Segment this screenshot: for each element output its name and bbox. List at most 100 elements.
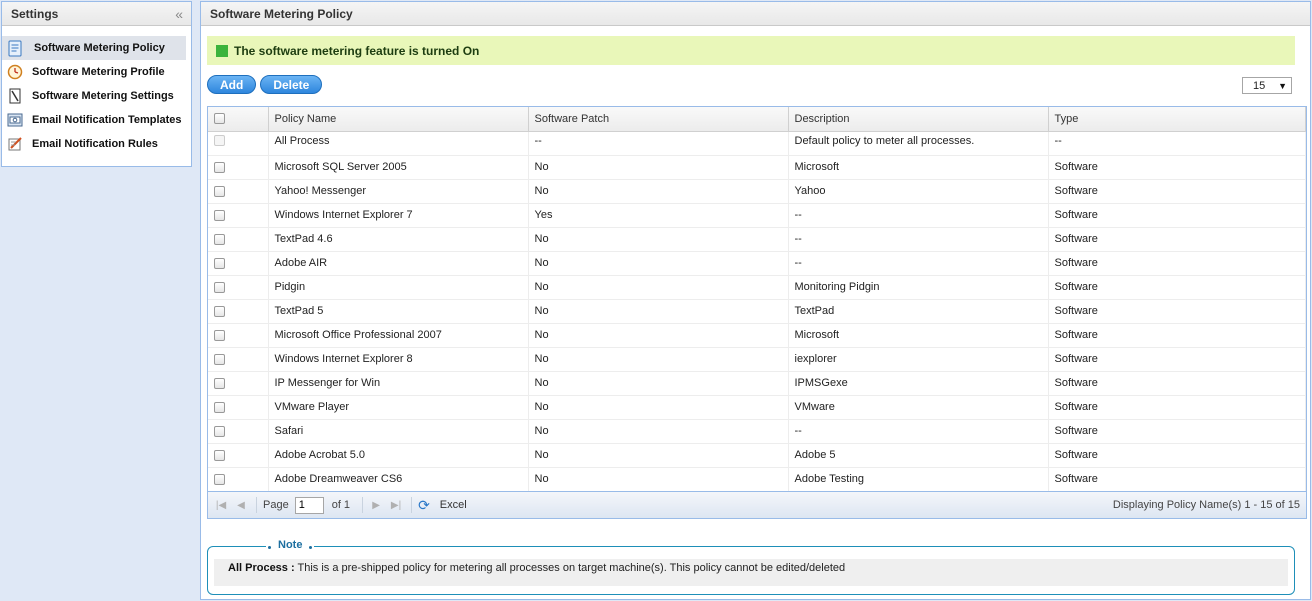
policy-name-cell: Microsoft SQL Server 2005 xyxy=(268,155,529,180)
description-cell: Yahoo xyxy=(788,179,1049,204)
policy-name-cell: IP Messenger for Win xyxy=(268,371,529,396)
software-patch-cell: No xyxy=(528,275,789,300)
software-patch-cell: No xyxy=(528,419,789,444)
row-checkbox[interactable] xyxy=(214,353,225,365)
type-cell: Software xyxy=(1048,203,1306,228)
description-cell: iexplorer xyxy=(788,347,1049,372)
sidebar-item-software-metering-settings[interactable]: Software Metering Settings xyxy=(2,84,191,108)
software-patch-cell: No xyxy=(528,323,789,348)
row-checkbox[interactable] xyxy=(214,185,225,197)
row-select-cell xyxy=(208,251,269,276)
status-indicator-icon xyxy=(216,44,228,57)
row-checkbox[interactable] xyxy=(214,449,225,461)
policy-name-cell: All Process xyxy=(268,131,529,156)
policy-name-cell: Microsoft Office Professional 2007 xyxy=(268,323,529,348)
table-row[interactable]: Windows Internet Explorer 7 Yes -- Software xyxy=(208,203,1306,228)
row-checkbox[interactable] xyxy=(214,329,225,341)
sidebar-item-software-metering-profile[interactable]: Software Metering Profile xyxy=(2,60,191,84)
description-cell: -- xyxy=(788,203,1049,228)
type-cell: Software xyxy=(1048,227,1306,252)
sidebar-item-label: Software Metering Policy xyxy=(34,42,165,54)
page-size-value: 15 xyxy=(1253,79,1266,92)
row-select-cell xyxy=(208,467,269,492)
row-checkbox[interactable] xyxy=(214,233,225,245)
sidebar-item-software-metering-policy[interactable]: Software Metering Policy xyxy=(2,36,186,60)
table-row[interactable]: Adobe AIR No -- Software xyxy=(208,251,1306,276)
pager-divider xyxy=(362,497,364,513)
type-cell: Software xyxy=(1048,299,1306,324)
excel-export-link[interactable]: Excel xyxy=(440,499,467,511)
delete-button[interactable]: Delete xyxy=(260,75,323,94)
table-row[interactable]: Safari No -- Software xyxy=(208,419,1306,444)
next-page-icon[interactable]: ▶ xyxy=(369,498,383,512)
description-cell: Monitoring Pidgin xyxy=(788,275,1049,300)
description-cell: VMware xyxy=(788,395,1049,420)
description-cell: -- xyxy=(788,227,1049,252)
column-header-type[interactable]: Type xyxy=(1048,107,1306,132)
row-select-cell xyxy=(208,275,269,300)
row-select-cell xyxy=(208,179,269,204)
column-header-policy-name[interactable]: Policy Name xyxy=(268,107,529,132)
row-select-cell xyxy=(208,155,269,180)
page-number-input[interactable] xyxy=(294,496,324,514)
collapse-icon[interactable]: « xyxy=(175,7,183,21)
description-cell: TextPad xyxy=(788,299,1049,324)
table-row[interactable]: IP Messenger for Win No IPMSGexe Software xyxy=(208,371,1306,396)
pager-divider xyxy=(411,497,413,513)
policy-icon xyxy=(6,39,24,57)
first-page-icon[interactable]: |◀ xyxy=(214,498,228,512)
row-checkbox[interactable] xyxy=(214,401,225,413)
row-select-cell xyxy=(208,131,269,156)
policy-name-cell: TextPad 5 xyxy=(268,299,529,324)
type-cell: Software xyxy=(1048,443,1306,468)
row-checkbox[interactable] xyxy=(214,425,225,437)
sidebar-item-email-notification-rules[interactable]: Email Notification Rules xyxy=(2,132,191,156)
table-row[interactable]: Yahoo! Messenger No Yahoo Software xyxy=(208,179,1306,204)
table-row[interactable]: Pidgin No Monitoring Pidgin Software xyxy=(208,275,1306,300)
table-row[interactable]: Microsoft SQL Server 2005 No Microsoft Soft… xyxy=(208,155,1306,180)
rules-icon xyxy=(6,135,24,153)
row-checkbox[interactable] xyxy=(214,377,225,389)
description-cell: Microsoft xyxy=(788,155,1049,180)
main-panel: Software Metering Policy The software me… xyxy=(200,1,1311,600)
row-checkbox[interactable] xyxy=(214,209,225,221)
page-size-select[interactable]: 15 ▼ xyxy=(1242,77,1292,94)
add-button[interactable]: Add xyxy=(207,75,257,94)
policy-name-cell: Adobe Acrobat 5.0 xyxy=(268,443,529,468)
last-page-icon[interactable]: ▶| xyxy=(389,498,403,512)
row-checkbox[interactable] xyxy=(214,257,225,269)
table-row[interactable]: Adobe Dreamweaver CS6 No Adobe Testing Soft… xyxy=(208,467,1306,492)
prev-page-icon[interactable]: ◀ xyxy=(234,498,248,512)
type-cell: Software xyxy=(1048,323,1306,348)
sidebar-item-label: Software Metering Settings xyxy=(32,90,174,102)
email-template-icon xyxy=(6,111,24,129)
page-label: Page xyxy=(263,499,289,511)
table-row[interactable]: All Process -- Default policy to meter all… xyxy=(208,131,1306,156)
legend-dot xyxy=(268,546,271,549)
select-all-checkbox[interactable] xyxy=(214,113,225,125)
description-cell: Adobe Testing xyxy=(788,467,1049,492)
status-banner: The software metering feature is turned … xyxy=(207,36,1295,65)
select-all-cell xyxy=(208,107,269,132)
row-checkbox[interactable] xyxy=(214,305,225,317)
row-select-cell xyxy=(208,347,269,372)
row-checkbox[interactable] xyxy=(214,281,225,293)
note-bold-label: All Process : xyxy=(228,562,295,574)
description-cell: Microsoft xyxy=(788,323,1049,348)
refresh-icon[interactable]: ⟳ xyxy=(418,497,430,514)
column-header-description[interactable]: Description xyxy=(788,107,1049,132)
column-header-software-patch[interactable]: Software Patch xyxy=(528,107,789,132)
table-row[interactable]: TextPad 4.6 No -- Software xyxy=(208,227,1306,252)
table-row[interactable]: Windows Internet Explorer 8 No iexplorer So… xyxy=(208,347,1306,372)
table-row[interactable]: VMware Player No VMware Software xyxy=(208,395,1306,420)
software-patch-cell: No xyxy=(528,251,789,276)
row-select-cell xyxy=(208,395,269,420)
policy-name-cell: Pidgin xyxy=(268,275,529,300)
row-checkbox[interactable] xyxy=(214,473,225,485)
table-row[interactable]: Adobe Acrobat 5.0 No Adobe 5 Software xyxy=(208,443,1306,468)
sidebar-item-email-notification-templates[interactable]: Email Notification Templates xyxy=(2,108,191,132)
table-row[interactable]: Microsoft Office Professional 2007 No Micr… xyxy=(208,323,1306,348)
row-checkbox[interactable] xyxy=(214,161,225,173)
software-patch-cell: No xyxy=(528,179,789,204)
table-row[interactable]: TextPad 5 No TextPad Software xyxy=(208,299,1306,324)
